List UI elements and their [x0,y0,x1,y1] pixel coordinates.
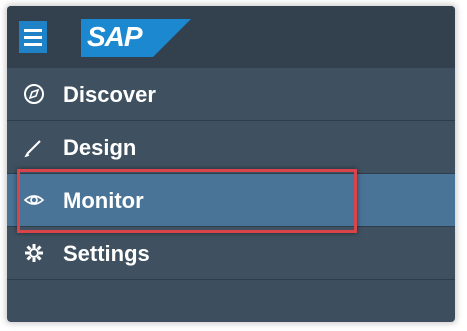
nav-item-label: Discover [63,82,156,107]
hamburger-menu-icon[interactable] [19,21,47,53]
eye-icon [23,189,45,211]
nav-item-label: Settings [63,241,150,266]
nav-item-monitor[interactable]: Monitor [7,174,455,227]
side-navigation: Discover Design Monitor Settings [7,68,455,280]
nav-item-discover[interactable]: Discover [7,68,455,121]
compass-icon [23,83,45,105]
nav-item-design[interactable]: Design [7,121,455,174]
nav-item-settings[interactable]: Settings [7,227,455,280]
app-header: SAP [7,6,455,68]
nav-item-label: Design [63,135,137,160]
gear-icon [23,242,45,264]
sap-logo: SAP [81,19,191,57]
nav-item-label: Monitor [63,188,144,213]
pencil-icon [23,136,45,158]
sidebar-panel: SAP Discover Design Monitor Settings [7,6,455,322]
logo-text: SAP [87,21,143,52]
